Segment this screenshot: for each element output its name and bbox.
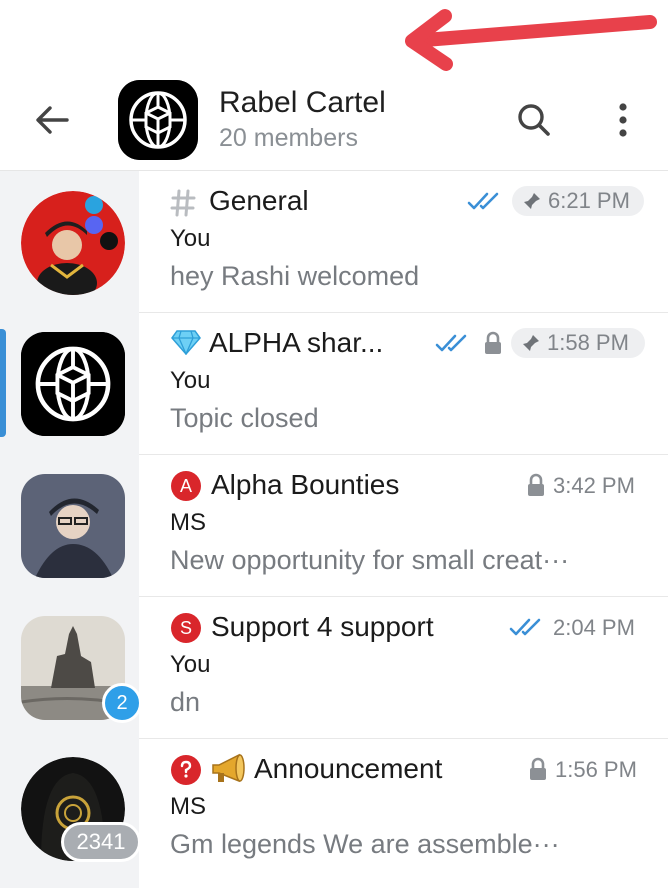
message-sender: You [170, 367, 211, 394]
topic-title: ALPHA shar... [209, 327, 384, 358]
message-preview: dn [170, 687, 201, 717]
message-time: 3:42 PM [553, 473, 635, 498]
lock-icon [485, 331, 501, 354]
chat-title[interactable]: Rabel Cartel [219, 86, 386, 120]
selected-indicator [0, 329, 6, 437]
x-icon [100, 232, 118, 250]
sidebar-chat-avatar-2[interactable] [21, 332, 125, 436]
hash-icon [170, 189, 196, 217]
member-count: 20 members [219, 124, 358, 152]
search-icon [518, 104, 550, 136]
sidebar-chat-avatar-1[interactable] [21, 191, 125, 295]
message-time: 1:58 PM [547, 330, 629, 355]
more-options-button[interactable] [603, 98, 643, 142]
message-preview: hey Rashi welcomed [170, 261, 420, 291]
double-check-icon [467, 192, 499, 210]
lock-icon [530, 757, 546, 780]
message-sender: You [170, 651, 211, 678]
topic-row-alpha-share[interactable]: ALPHA shar... 1:58 PM You Topic closed [139, 313, 668, 455]
message-preview: Gm legends We are assemble··· [170, 829, 560, 859]
topic-row-general[interactable]: General 6:21 PM You hey Rashi welcomed [139, 171, 668, 313]
topic-title: General [209, 185, 309, 216]
group-avatar[interactable] [118, 80, 198, 160]
letter-s-icon: S [171, 613, 201, 643]
pinned-time-pill: 6:21 PM [512, 186, 644, 216]
message-sender: You [170, 225, 211, 252]
topic-title: Announcement [254, 753, 443, 784]
message-preview: New opportunity for small creat··· [170, 545, 570, 575]
back-button[interactable] [30, 98, 74, 142]
pin-icon [524, 193, 540, 209]
diamond-icon [171, 330, 201, 355]
double-check-icon [509, 618, 541, 636]
sidebar-chat-avatar-3[interactable] [21, 474, 125, 578]
telegram-icon [85, 196, 103, 214]
message-sender: MS [170, 793, 206, 820]
topic-title: Support 4 support [211, 611, 434, 642]
unread-count-badge: 2341 [61, 822, 141, 862]
message-time: 6:21 PM [548, 188, 630, 213]
globe-cube-icon [118, 80, 198, 160]
message-preview: Topic closed [170, 403, 319, 433]
pinned-time-pill: 1:58 PM [511, 328, 645, 358]
message-sender: MS [170, 509, 206, 536]
unread-badge: 2 [102, 683, 142, 723]
message-time: 1:56 PM [555, 757, 637, 782]
megaphone-icon [212, 753, 245, 783]
message-time: 2:04 PM [553, 615, 635, 640]
topic-row-support-4-support[interactable]: S Support 4 support 2:04 PM You dn [139, 597, 668, 739]
double-check-icon [435, 334, 467, 352]
back-arrow-icon [36, 106, 69, 134]
question-shield-icon [171, 755, 201, 785]
topic-row-announcement[interactable]: Announcement 1:56 PM MS Gm legends We ar… [139, 739, 668, 881]
annotation-arrow [405, 9, 657, 71]
discord-icon [85, 216, 103, 234]
letter-a-icon: A [171, 471, 201, 501]
lock-icon [528, 473, 544, 496]
search-button[interactable] [512, 98, 556, 142]
topic-row-alpha-bounties[interactable]: A Alpha Bounties 3:42 PM MS New opportun… [139, 455, 668, 597]
topic-title: Alpha Bounties [211, 469, 400, 500]
more-vertical-icon [619, 103, 627, 137]
pin-icon [523, 335, 539, 351]
